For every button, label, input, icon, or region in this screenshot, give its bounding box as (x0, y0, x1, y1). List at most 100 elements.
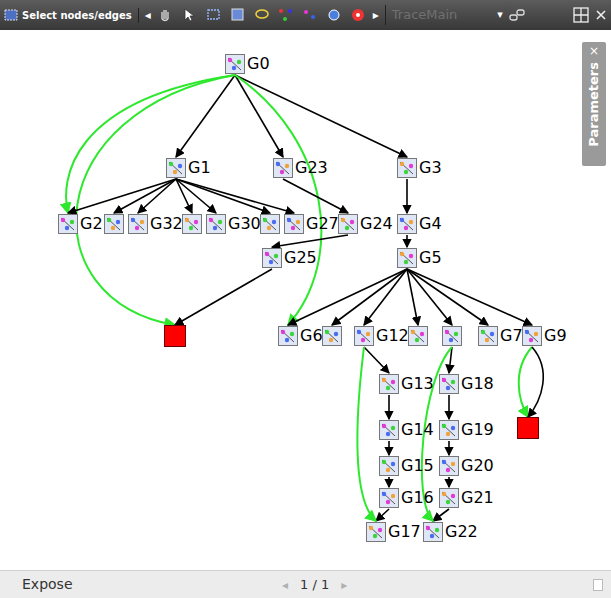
graph-node[interactable] (439, 456, 459, 476)
mode-selector[interactable]: Select nodes/edges (4, 8, 139, 23)
graph-edge[interactable] (114, 179, 176, 213)
graph-node[interactable] (439, 374, 459, 394)
graph-node[interactable] (58, 214, 78, 234)
tool-icon[interactable] (229, 6, 247, 24)
graph-edge[interactable] (332, 269, 407, 325)
graph-node[interactable] (366, 522, 386, 542)
tool-icon[interactable] (181, 6, 199, 24)
graph-node[interactable] (262, 248, 282, 268)
close-icon[interactable] (595, 9, 607, 21)
graph-edge[interactable] (76, 75, 235, 325)
graph-node[interactable] (166, 158, 186, 178)
graph-node[interactable] (439, 488, 459, 508)
graph-node[interactable] (354, 326, 374, 346)
node-label: G4 (419, 214, 442, 234)
graph-edge[interactable] (388, 395, 390, 419)
graph-edge[interactable] (448, 441, 450, 455)
graph-edge[interactable] (407, 269, 532, 325)
graph-node[interactable] (397, 158, 417, 178)
graph-edge[interactable] (519, 347, 532, 417)
graph-node[interactable] (379, 456, 399, 476)
graph-node[interactable] (379, 488, 399, 508)
link-icon[interactable] (509, 8, 525, 22)
graph-node[interactable] (478, 326, 498, 346)
graph-node-box[interactable] (517, 417, 539, 439)
graph-edge[interactable] (364, 347, 389, 373)
graph-node[interactable] (128, 214, 148, 234)
parameters-tab[interactable]: ×Parameters (582, 42, 606, 166)
graph-edge[interactable] (138, 179, 176, 213)
graph-edge[interactable] (176, 179, 270, 213)
tool-icon[interactable] (277, 6, 295, 24)
mode-label: Select nodes/edges (22, 8, 132, 23)
graph-edge[interactable] (388, 477, 390, 487)
graph-edge[interactable] (376, 509, 389, 521)
prev-page-button[interactable]: ◂ (282, 576, 288, 594)
graph-node-box[interactable] (164, 325, 186, 347)
graph-node[interactable] (284, 214, 304, 234)
graph-node[interactable] (522, 326, 542, 346)
graph-edge[interactable] (66, 75, 235, 213)
node-thumbnail-icon (439, 456, 459, 476)
graph-edge[interactable] (407, 269, 488, 325)
tool-icon[interactable] (253, 6, 271, 24)
graph-node[interactable] (379, 374, 399, 394)
graph-node[interactable] (442, 326, 462, 346)
graph-edge[interactable] (448, 395, 450, 419)
graph-edge[interactable] (406, 179, 408, 213)
graph-edge[interactable] (388, 441, 390, 455)
graph-node[interactable] (273, 158, 293, 178)
node-label: G0 (247, 54, 270, 74)
expose-label[interactable]: Expose (22, 574, 282, 595)
graph-node[interactable] (278, 326, 298, 346)
tool-icon[interactable] (205, 6, 223, 24)
graph-edge[interactable] (528, 347, 543, 417)
next-page-button[interactable]: ▸ (341, 576, 347, 594)
graph-edge[interactable] (283, 179, 348, 213)
graph-node[interactable] (104, 214, 124, 234)
graph-edge[interactable] (288, 269, 407, 325)
tool-icon[interactable] (349, 6, 367, 24)
graph-edge[interactable] (357, 347, 376, 521)
prev-tools-button[interactable]: ◂ (145, 6, 151, 24)
status-checkbox[interactable] (593, 579, 603, 591)
graph-node[interactable] (225, 54, 245, 74)
graph-node[interactable] (182, 214, 202, 234)
graph-node[interactable] (379, 420, 399, 440)
graph-edge[interactable] (176, 75, 235, 157)
node-label: G15 (401, 456, 434, 476)
graph-node[interactable] (206, 214, 226, 234)
next-tools-button[interactable]: ▸ (373, 6, 379, 24)
graph-edge[interactable] (407, 269, 418, 325)
parameters-close-button[interactable]: × (589, 44, 599, 58)
tool-icon[interactable] (301, 6, 319, 24)
select-icon (4, 9, 18, 21)
graph-node[interactable] (338, 214, 358, 234)
graph-edge[interactable] (175, 269, 272, 325)
tool-icon[interactable] (157, 6, 175, 24)
graph-node[interactable] (397, 214, 417, 234)
tool-icon[interactable] (325, 6, 343, 24)
graph-edge[interactable] (448, 477, 450, 487)
graph-node[interactable] (260, 214, 280, 234)
graph-node[interactable] (439, 420, 459, 440)
node-thumbnail-icon (439, 374, 459, 394)
graph-edge[interactable] (407, 269, 452, 325)
node-thumbnail-icon (379, 488, 399, 508)
graph-canvas[interactable]: G0G1G23G3G2G32G30G27G24G25G4G5G6G12G7G9G… (0, 30, 611, 570)
node-label: G5 (419, 248, 442, 268)
grid-icon[interactable] (573, 7, 589, 23)
graph-node[interactable] (397, 248, 417, 268)
graph-edge[interactable] (406, 235, 408, 247)
graph-edge[interactable] (433, 509, 449, 521)
graph-edge[interactable] (176, 179, 294, 213)
graph-edge[interactable] (235, 75, 407, 157)
graph-node[interactable] (322, 326, 342, 346)
graph-edge[interactable] (272, 235, 348, 247)
graph-edge[interactable] (364, 269, 407, 325)
graph-node[interactable] (408, 326, 428, 346)
status-bar: Expose◂1 / 1▸ (0, 570, 611, 598)
node-thumbnail-icon (322, 326, 342, 346)
graph-node[interactable] (423, 522, 443, 542)
graph-edge[interactable] (68, 179, 176, 213)
